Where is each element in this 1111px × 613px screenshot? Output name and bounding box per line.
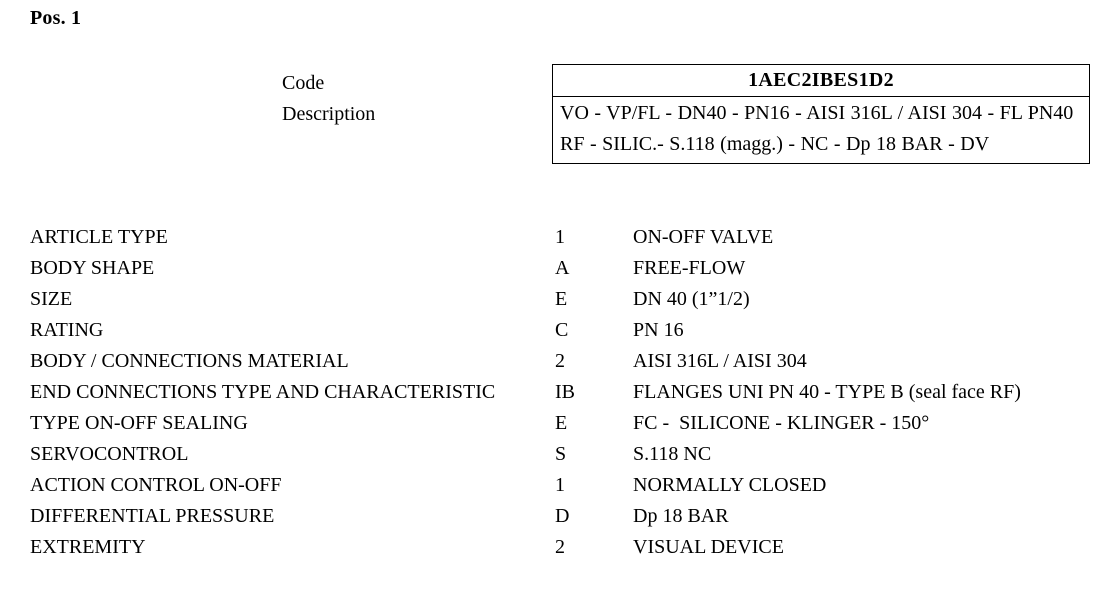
spec-value: FREE-FLOW xyxy=(633,257,746,279)
description-label: Description xyxy=(282,103,376,125)
spec-value: FC - SILICONE - KLINGER - 150° xyxy=(633,412,930,434)
spec-label: DIFFERENTIAL PRESSURE xyxy=(30,505,275,527)
spec-code: 1 xyxy=(555,474,565,496)
spec-label: BODY / CONNECTIONS MATERIAL xyxy=(30,350,349,372)
spec-label: RATING xyxy=(30,319,104,341)
spec-value: NORMALLY CLOSED xyxy=(633,474,827,496)
code-summary-table: 1AEC2IBES1D2 VO - VP/FL - DN40 - PN16 - … xyxy=(552,64,1090,164)
spec-code: C xyxy=(555,319,569,341)
spec-label: TYPE ON-OFF SEALING xyxy=(30,412,248,434)
spec-code: D xyxy=(555,505,570,527)
page-title: Pos. 1 xyxy=(30,7,82,29)
spec-value: VISUAL DEVICE xyxy=(633,536,784,558)
spec-label: ARTICLE TYPE xyxy=(30,226,168,248)
spec-value: ON-OFF VALVE xyxy=(633,226,774,248)
spec-code: 2 xyxy=(555,350,565,372)
table-row: ARTICLE TYPE 1 ON-OFF VALVE xyxy=(30,222,1090,253)
spec-code: IB xyxy=(555,381,575,403)
spec-label: ACTION CONTROL ON-OFF xyxy=(30,474,282,496)
table-row: SIZE E DN 40 (1”1/2) xyxy=(30,284,1090,315)
code-value-cell: 1AEC2IBES1D2 xyxy=(553,65,1089,97)
specification-table: ARTICLE TYPE 1 ON-OFF VALVE BODY SHAPE A FREE… xyxy=(30,222,1090,563)
spec-code: E xyxy=(555,288,568,310)
table-row: EXTREMITY 2 VISUAL DEVICE xyxy=(30,532,1090,563)
spec-code: 2 xyxy=(555,536,565,558)
spec-value: Dp 18 BAR xyxy=(633,505,729,527)
spec-code: S xyxy=(555,443,567,465)
spec-code: E xyxy=(555,412,568,434)
spec-label: EXTREMITY xyxy=(30,536,146,558)
spec-label: SIZE xyxy=(30,288,73,310)
spec-code: 1 xyxy=(555,226,565,248)
spec-value: S.118 NC xyxy=(633,443,712,465)
table-row: TYPE ON-OFF SEALING E FC - SILICONE - KLIN… xyxy=(30,408,1090,439)
spec-value: FLANGES UNI PN 40 - TYPE B (seal face RF… xyxy=(633,381,1021,403)
summary-label-column: Code Description xyxy=(282,68,375,130)
code-label: Code xyxy=(282,72,325,94)
table-row: ACTION CONTROL ON-OFF 1 NORMALLY CLOSED xyxy=(30,470,1090,501)
spec-value: DN 40 (1”1/2) xyxy=(633,288,750,310)
table-row: END CONNECTIONS TYPE AND CHARACTERISTIC I… xyxy=(30,377,1090,408)
spec-value: AISI 316L / AISI 304 xyxy=(633,350,807,372)
spec-label: BODY SHAPE xyxy=(30,257,155,279)
table-row: SERVOCONTROL S S.118 NC xyxy=(30,439,1090,470)
table-row: BODY SHAPE A FREE-FLOW xyxy=(30,253,1090,284)
spec-value: PN 16 xyxy=(633,319,684,341)
table-row: RATING C PN 16 xyxy=(30,315,1090,346)
spec-label: END CONNECTIONS TYPE AND CHARACTERISTIC xyxy=(30,381,496,403)
description-value-cell: VO - VP/FL - DN40 - PN16 - AISI 316L / A… xyxy=(560,102,1074,155)
spec-code: A xyxy=(555,257,570,279)
table-row: DIFFERENTIAL PRESSURE D Dp 18 BAR xyxy=(30,501,1090,532)
table-row: BODY / CONNECTIONS MATERIAL 2 AISI 316L / … xyxy=(30,346,1090,377)
spec-label: SERVOCONTROL xyxy=(30,443,189,465)
